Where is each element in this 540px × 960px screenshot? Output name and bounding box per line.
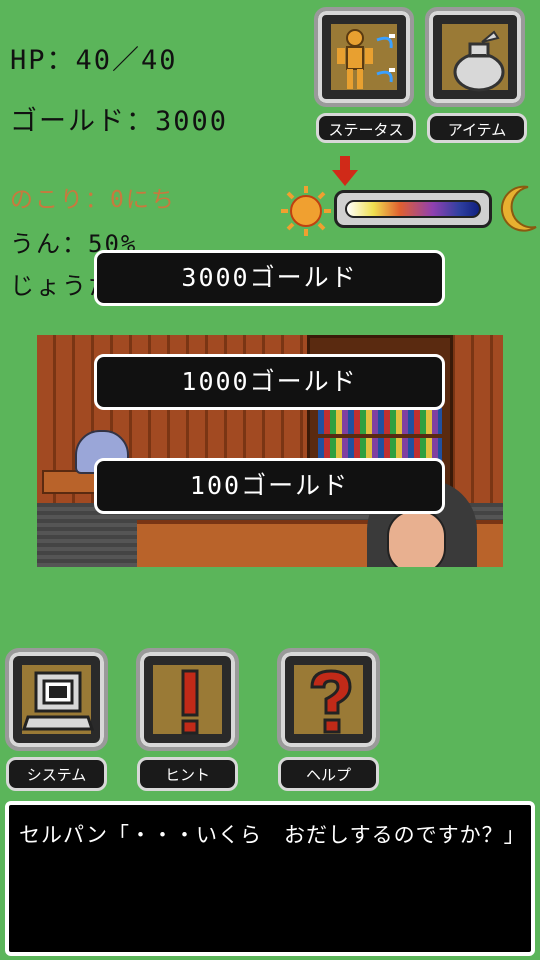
message-window[interactable]: セルパン「・・・いくら おだしするのですか？」 [5, 801, 535, 956]
hint-button[interactable] [136, 648, 239, 751]
bag-icon [439, 21, 511, 93]
choice-3000-gold[interactable]: 3000ゴールド [94, 250, 445, 306]
item-button[interactable] [425, 7, 525, 107]
item-button-label[interactable]: アイテム [427, 113, 527, 143]
system-button[interactable] [5, 648, 108, 751]
time-of-day-bar [334, 190, 492, 228]
gold-readout: ゴールド：3000 [10, 106, 229, 137]
choice-1000-gold[interactable]: 1000ゴールド [94, 354, 445, 410]
hp-readout: HP：40／40 [10, 45, 178, 76]
time-marker-arrow-icon [332, 156, 358, 192]
status-button-label[interactable]: ステータス [316, 113, 416, 143]
person-figure-icon [328, 21, 400, 93]
question-mark-icon [291, 662, 366, 737]
computer-icon [19, 662, 95, 737]
moon-icon [494, 183, 540, 239]
character-face [387, 510, 446, 567]
message-text: セルパン「・・・いくら おだしするのですか？」 [19, 823, 526, 847]
status-button[interactable] [314, 7, 414, 107]
help-button[interactable] [277, 648, 380, 751]
system-button-label[interactable]: システム [6, 757, 107, 791]
exclamation-icon [150, 662, 225, 737]
hint-button-label[interactable]: ヒント [137, 757, 238, 791]
help-button-label[interactable]: ヘルプ [278, 757, 379, 791]
choice-100-gold[interactable]: 100ゴールド [94, 458, 445, 514]
days-left-readout: のこり：0にち [10, 187, 176, 213]
sun-icon [280, 185, 332, 241]
